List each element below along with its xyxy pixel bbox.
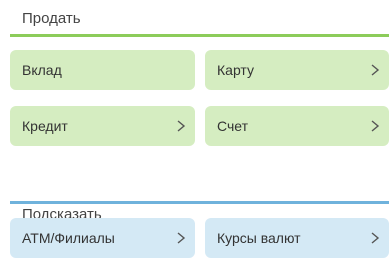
chevron-right-icon — [369, 232, 381, 244]
sell-account-tile[interactable]: Счет — [205, 106, 389, 146]
sell-section: Продать Вклад Карту Кредит Счет — [0, 0, 389, 160]
suggest-atm-branches-tile[interactable]: ATM/Филиалы — [10, 218, 195, 258]
sell-divider — [10, 34, 389, 37]
suggest-divider — [10, 201, 389, 204]
tile-label: Счет — [217, 118, 248, 134]
tile-label: Вклад — [22, 62, 62, 78]
tile-label: Кредит — [22, 118, 68, 134]
chevron-right-icon — [175, 120, 187, 132]
sell-credit-tile[interactable]: Кредит — [10, 106, 195, 146]
tile-label: ATM/Филиалы — [22, 230, 115, 246]
chevron-right-icon — [369, 64, 381, 76]
sell-deposit-tile[interactable]: Вклад — [10, 50, 195, 90]
chevron-right-icon — [175, 232, 187, 244]
tile-label: Курсы валют — [217, 230, 301, 246]
sell-section-title: Продать — [22, 10, 81, 27]
sell-card-tile[interactable]: Карту — [205, 50, 389, 90]
chevron-right-icon — [369, 120, 381, 132]
suggest-exchange-rates-tile[interactable]: Курсы валют — [205, 218, 389, 258]
tile-label: Карту — [217, 62, 254, 78]
